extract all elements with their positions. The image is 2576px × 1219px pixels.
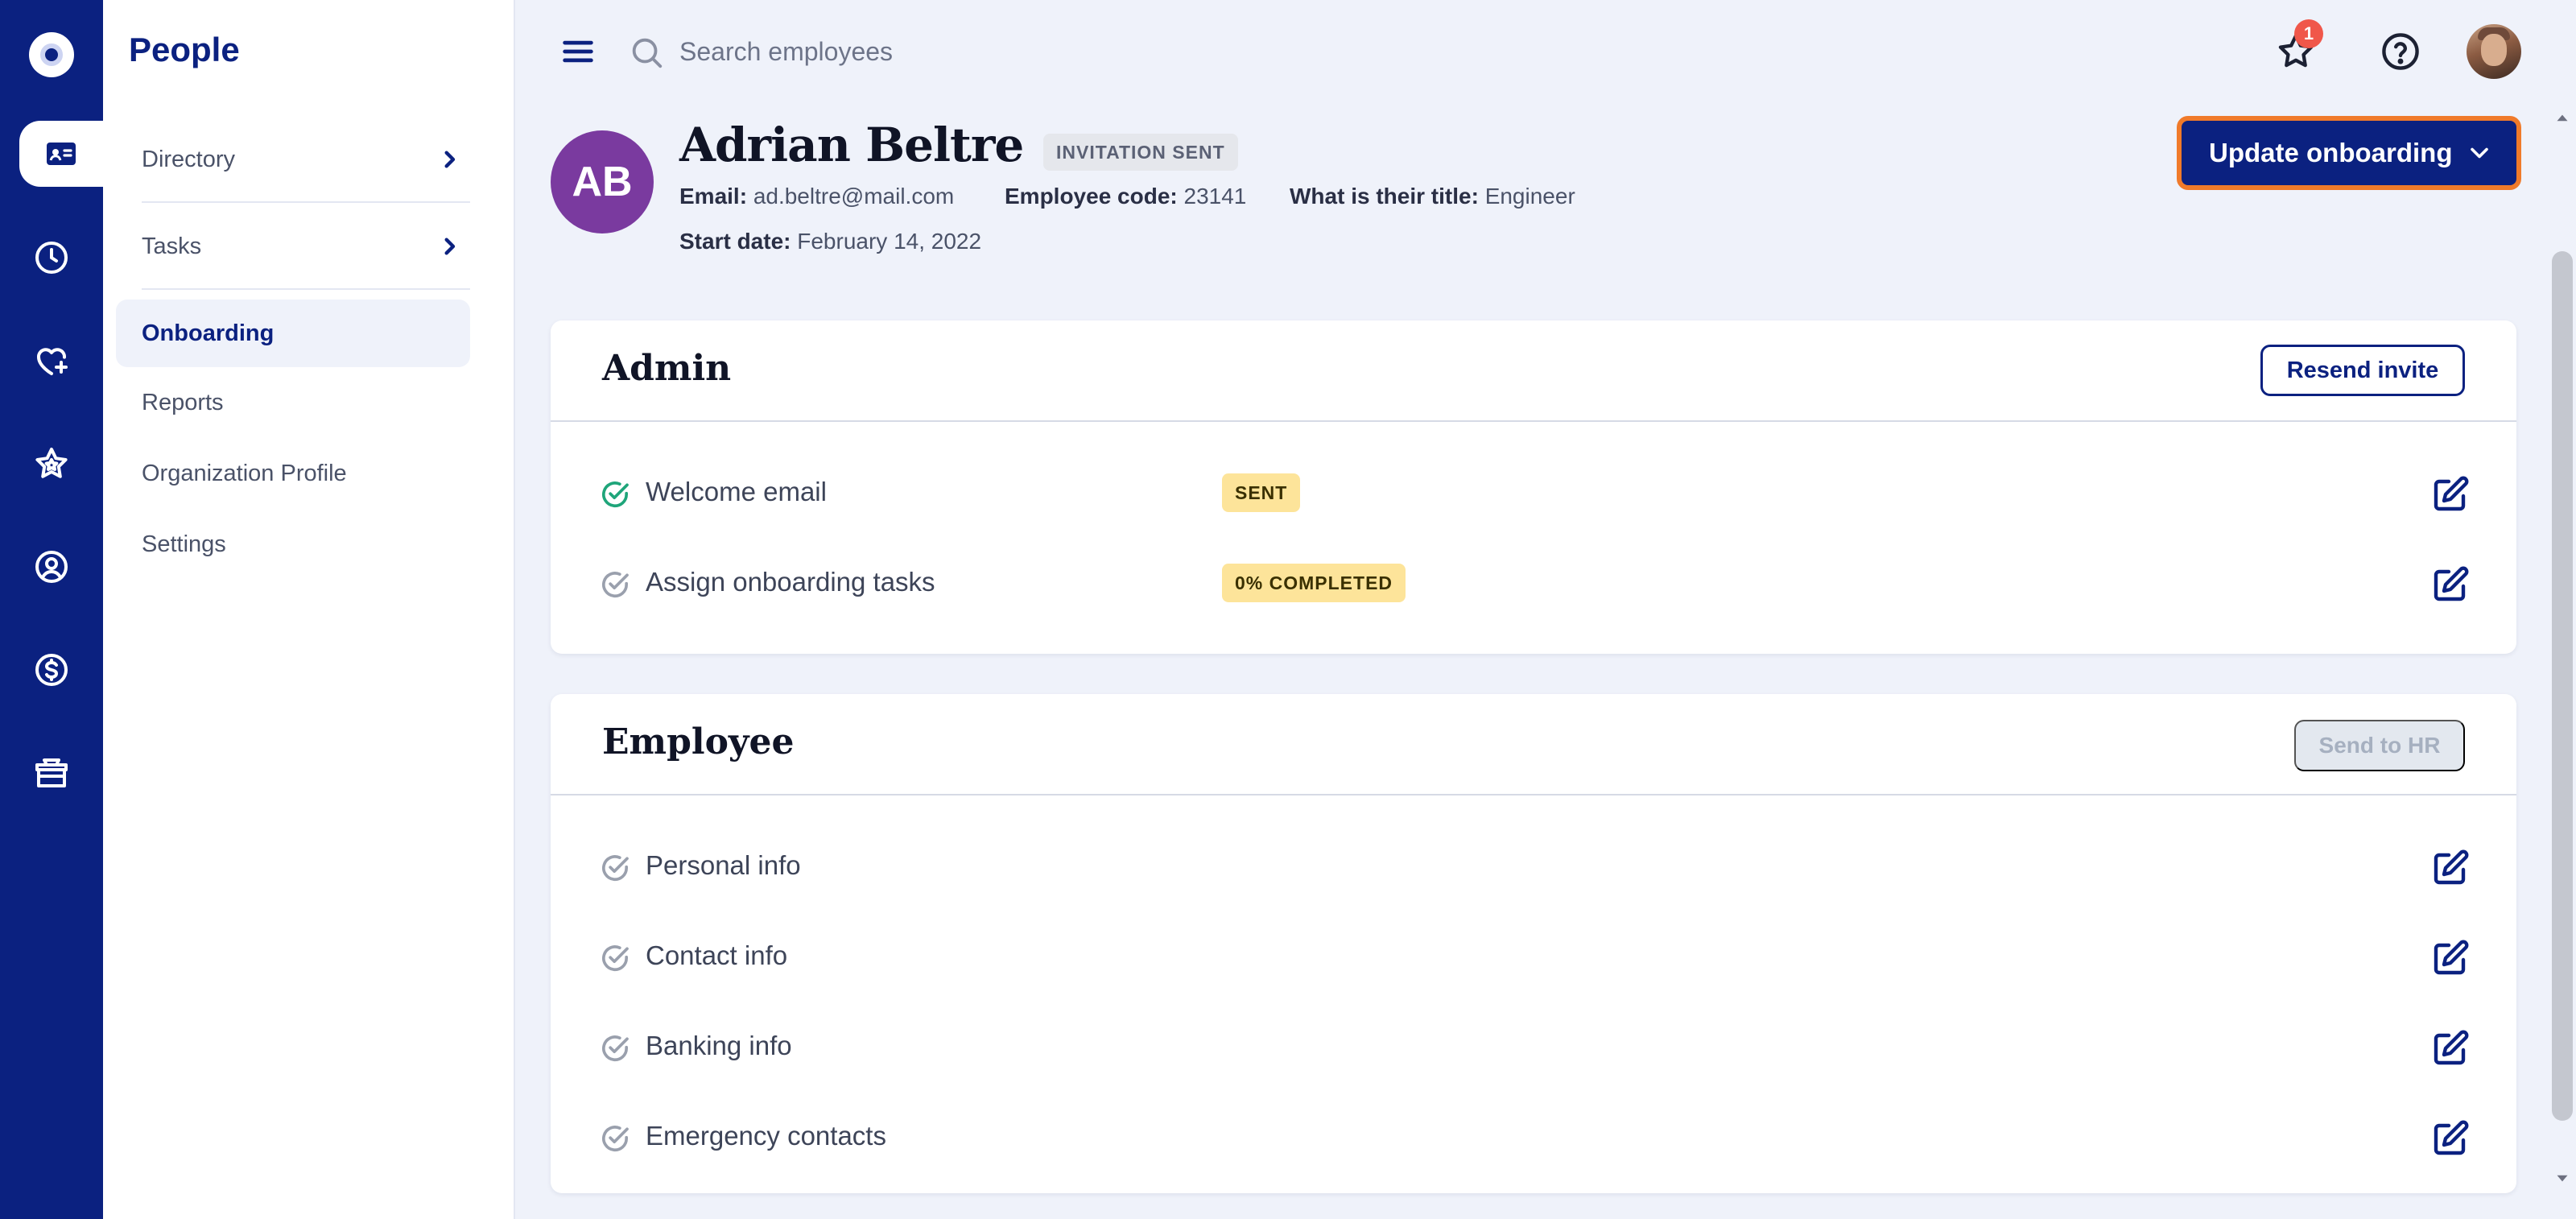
scroll-up-arrow-icon[interactable] xyxy=(2552,108,2573,129)
top-bar xyxy=(515,0,2576,103)
rail-item-performance[interactable] xyxy=(0,432,103,496)
edit-icon[interactable] xyxy=(2431,1119,2470,1158)
rail-item-payroll[interactable] xyxy=(0,638,103,702)
task-label: Contact info xyxy=(646,940,788,970)
task-row-emergency-contacts: Emergency contacts xyxy=(551,1097,2516,1177)
gift-box-icon xyxy=(35,758,68,787)
start-date-value: February 14, 2022 xyxy=(797,229,982,254)
user-avatar[interactable] xyxy=(2467,24,2521,79)
task-row-contact-info: Contact info xyxy=(551,916,2516,997)
task-label: Emergency contacts xyxy=(646,1121,886,1151)
update-onboarding-button[interactable]: Update onboarding xyxy=(2177,116,2521,190)
status-badge: INVITATION SENT xyxy=(1043,134,1238,171)
star-icon xyxy=(35,448,68,478)
rail-item-time[interactable] xyxy=(0,225,103,290)
card-divider xyxy=(551,794,2516,795)
card-divider xyxy=(551,420,2516,422)
task-row-personal-info: Personal info xyxy=(551,826,2516,907)
edit-icon[interactable] xyxy=(2431,939,2470,977)
admin-card-title: Admin xyxy=(602,348,732,389)
heart-plus-icon xyxy=(37,348,68,375)
sidebar-item-onboarding[interactable]: Onboarding xyxy=(116,300,470,367)
hamburger-menu-icon[interactable] xyxy=(560,35,596,68)
sidebar-item-label: Onboarding xyxy=(142,320,275,346)
sidebar-item-label: Reports xyxy=(142,389,224,415)
app-logo-icon[interactable] xyxy=(29,32,74,77)
employee-code: Employee code: 23141 xyxy=(1005,184,1246,209)
task-label: Personal info xyxy=(646,850,801,880)
task-status-badge: SENT xyxy=(1222,473,1301,512)
employee-card-title: Employee xyxy=(602,721,795,762)
clock-icon xyxy=(35,242,68,274)
title-value: Engineer xyxy=(1484,184,1575,209)
check-circle-pending-icon xyxy=(602,855,629,882)
task-row-banking-info: Banking info xyxy=(551,1006,2516,1087)
id-card-icon xyxy=(47,143,76,165)
check-circle-pending-icon xyxy=(602,945,629,972)
secondary-sidebar: People Directory Tasks Onboarding Report… xyxy=(103,0,515,1219)
icon-rail xyxy=(0,0,103,1219)
task-label: Banking info xyxy=(646,1031,792,1060)
code-value: 23141 xyxy=(1183,184,1247,209)
employee-email: Email: ad.beltre@mail.com xyxy=(679,184,954,209)
employee-name: Adrian Beltre xyxy=(679,118,1024,172)
sidebar-item-directory[interactable]: Directory xyxy=(116,126,470,193)
check-circle-done-icon xyxy=(602,481,629,508)
task-label: Assign onboarding tasks xyxy=(646,567,935,597)
chevron-down-icon xyxy=(2471,147,2488,159)
search-input[interactable] xyxy=(679,27,1243,76)
title-label: What is their title: xyxy=(1290,184,1479,209)
code-label: Employee code: xyxy=(1005,184,1178,209)
sidebar-item-reports[interactable]: Reports xyxy=(116,369,470,436)
employee-avatar: AB xyxy=(551,130,654,233)
employee-title: What is their title: Engineer xyxy=(1290,184,1575,209)
rail-item-perks[interactable] xyxy=(0,741,103,805)
check-circle-pending-icon xyxy=(602,572,629,598)
chevron-right-icon xyxy=(444,238,456,255)
user-search-icon xyxy=(35,551,68,583)
employee-card: Employee Send to HR Personal info Contac… xyxy=(551,694,2516,1193)
sidebar-divider xyxy=(142,288,470,290)
resend-invite-button[interactable]: Resend invite xyxy=(2260,345,2465,396)
admin-card: Admin Resend invite Welcome email SENT A… xyxy=(551,320,2516,654)
task-row-assign-onboarding-tasks: Assign onboarding tasks 0% COMPLETED xyxy=(551,543,2516,623)
sidebar-item-label: Directory xyxy=(142,146,236,172)
task-label: Welcome email xyxy=(646,477,827,506)
sidebar-item-label: Settings xyxy=(142,531,226,557)
employee-start-date: Start date: February 14, 2022 xyxy=(679,229,981,254)
check-circle-pending-icon xyxy=(602,1126,629,1152)
edit-icon[interactable] xyxy=(2431,475,2470,514)
edit-icon[interactable] xyxy=(2431,1029,2470,1068)
sidebar-item-settings[interactable]: Settings xyxy=(116,510,470,578)
scroll-down-arrow-icon[interactable] xyxy=(2552,1167,2573,1188)
sidebar-title: People xyxy=(129,31,240,68)
check-circle-pending-icon xyxy=(602,1035,629,1062)
edit-icon[interactable] xyxy=(2431,849,2470,887)
notification-badge: 1 xyxy=(2294,19,2323,48)
task-status-badge: 0% COMPLETED xyxy=(1222,564,1406,602)
rail-item-recruiting[interactable] xyxy=(0,535,103,599)
scrollbar-thumb[interactable] xyxy=(2552,251,2573,1121)
sidebar-divider xyxy=(142,201,470,203)
sidebar-item-organization-profile[interactable]: Organization Profile xyxy=(116,440,470,507)
search-icon xyxy=(632,38,663,68)
send-to-hr-button[interactable]: Send to HR xyxy=(2294,720,2465,771)
email-value: ad.beltre@mail.com xyxy=(753,184,955,209)
rail-item-people[interactable] xyxy=(19,121,103,187)
rail-item-benefits[interactable] xyxy=(0,329,103,393)
edit-icon[interactable] xyxy=(2431,565,2470,604)
sidebar-item-label: Organization Profile xyxy=(142,460,347,486)
sidebar-item-label: Tasks xyxy=(142,233,202,259)
dollar-circle-icon xyxy=(35,654,68,686)
task-row-welcome-email: Welcome email SENT xyxy=(551,452,2516,533)
help-icon[interactable] xyxy=(2380,31,2421,72)
sidebar-item-tasks[interactable]: Tasks xyxy=(116,213,470,280)
chevron-right-icon xyxy=(444,151,456,168)
email-label: Email: xyxy=(679,184,748,209)
update-onboarding-label: Update onboarding xyxy=(2209,138,2453,167)
start-date-label: Start date: xyxy=(679,229,791,254)
